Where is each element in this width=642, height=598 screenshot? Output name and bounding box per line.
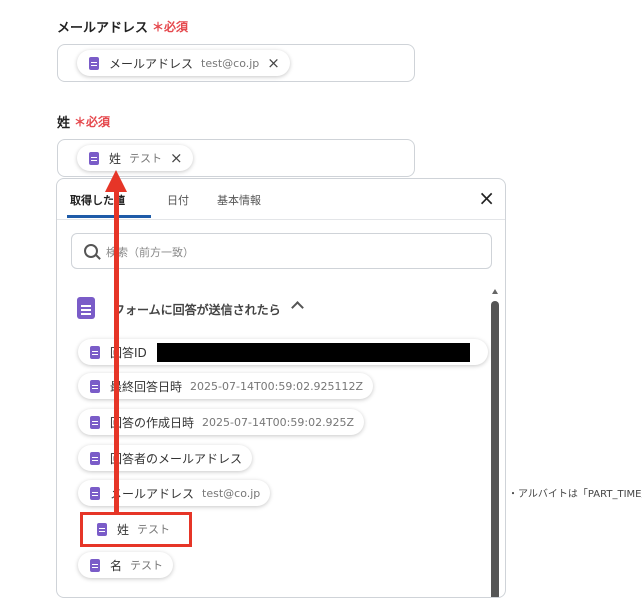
item-value: test@co.jp [202, 486, 261, 500]
close-icon[interactable]: × [478, 188, 495, 208]
chevron-up-icon[interactable] [291, 301, 304, 314]
form-doc-icon [89, 151, 99, 165]
chip-value: test@co.jp [201, 56, 260, 70]
tab-basic-info[interactable]: 基本情報 [217, 192, 261, 208]
chip-name: 姓 [109, 151, 122, 166]
annotation-arrow [114, 190, 119, 513]
remove-chip-icon[interactable]: × [170, 150, 183, 166]
search-placeholder: 検索（前方一致） [106, 246, 194, 259]
lastname-value-chip[interactable]: 姓 テスト × [77, 145, 193, 171]
list-item-created-at[interactable]: 回答の作成日時 2025-07-14T00:59:02.925Z [78, 409, 365, 435]
group-title[interactable]: フォームに回答が送信されたら [113, 301, 281, 318]
list-item-respondent-email[interactable]: 回答者のメールアドレス [78, 445, 253, 471]
list-item-last-answered[interactable]: 最終回答日時 2025-07-14T00:59:02.925112Z [78, 373, 374, 399]
item-name: 回答の作成日時 [110, 415, 195, 430]
form-doc-icon [90, 451, 100, 465]
form-doc-icon [89, 56, 99, 70]
required-marker: ＊必須 [74, 115, 111, 129]
email-field-label: メールアドレス ＊必須 [57, 17, 188, 36]
scroll-up-icon[interactable] [492, 289, 498, 294]
email-value-chip[interactable]: メールアドレス test@co.jp × [77, 50, 290, 76]
highlight-box [80, 512, 192, 547]
active-tab-indicator [67, 215, 151, 218]
item-value: テスト [130, 559, 164, 572]
form-doc-icon [90, 415, 100, 429]
lastname-field-label: 姓 ＊必須 [57, 112, 110, 131]
form-doc-icon [90, 558, 100, 572]
tab-date[interactable]: 日付 [167, 192, 189, 208]
chip-name: メールアドレス [109, 56, 194, 71]
form-doc-icon [90, 486, 100, 500]
redacted-value [157, 343, 470, 362]
side-note-text: ・アルバイトは「PART_TIME」と [508, 489, 642, 500]
item-name: メールアドレス [110, 486, 195, 501]
scrollbar-thumb[interactable] [491, 301, 499, 597]
scrollbar[interactable] [491, 289, 499, 597]
search-icon [84, 244, 98, 258]
item-value: 2025-07-14T00:59:02.925112Z [190, 379, 364, 393]
google-forms-icon [77, 297, 95, 319]
list-item-firstname[interactable]: 名 テスト [78, 552, 174, 578]
lastname-label-text: 姓 [57, 116, 71, 131]
item-name: 回答者のメールアドレス [110, 451, 243, 466]
item-value: 2025-07-14T00:59:02.925Z [202, 415, 355, 429]
email-label-text: メールアドレス [57, 21, 149, 36]
list-item-email[interactable]: メールアドレス test@co.jp [78, 480, 271, 506]
chip-value: テスト [129, 152, 163, 165]
required-marker: ＊必須 [152, 20, 189, 34]
remove-chip-icon[interactable]: × [267, 55, 280, 71]
arrow-head-icon [105, 170, 127, 192]
item-name: 名 [110, 558, 123, 573]
item-name: 最終回答日時 [110, 379, 183, 394]
search-input[interactable]: 検索（前方一致） [71, 233, 492, 269]
form-doc-icon [90, 379, 100, 393]
form-doc-icon [90, 345, 100, 359]
